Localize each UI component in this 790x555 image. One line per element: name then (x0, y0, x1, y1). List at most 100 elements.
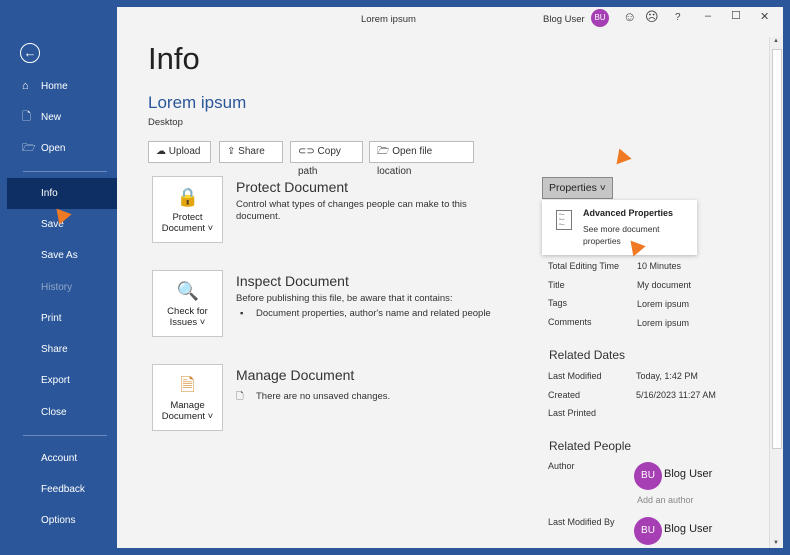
sidebar-item-label: History (41, 282, 73, 293)
prop-label: Author (548, 461, 575, 471)
check-for-issues-button[interactable]: 🔍 Check for Issues ˅ (152, 270, 223, 337)
cloud-upload-icon: ☁ (156, 146, 169, 157)
prop-value[interactable]: Lorem ipsum (637, 299, 689, 309)
frown-feedback-icon[interactable]: ☹ (645, 9, 659, 25)
open-file-location-button[interactable]: 🗁 Open file location (369, 141, 474, 177)
scroll-up-icon[interactable]: ▲ (773, 38, 779, 44)
author-name[interactable]: Blog User (664, 468, 712, 480)
folder-icon: 🗁 (377, 146, 393, 157)
sidebar-item-label: Feedback (41, 484, 85, 495)
section-title: Manage Document (236, 367, 355, 383)
divider (23, 171, 107, 172)
add-author-link[interactable]: Add an author (637, 495, 694, 505)
last-modified-avatar: BU (634, 517, 662, 545)
sidebar-item-close[interactable]: Close (7, 397, 117, 428)
author-avatar: BU (634, 462, 662, 490)
new-document-icon: 🗋 (22, 111, 31, 123)
sidebar-item-new[interactable]: 🗋 New (7, 102, 117, 133)
vertical-scrollbar[interactable]: ▲ ▼ (769, 37, 783, 548)
backstage-sidebar: ← ⌂ Home 🗋 New 🗁 Open Info Save Save As His… (7, 7, 117, 548)
maximize-button[interactable]: ☐ (731, 9, 741, 22)
section-title: Protect Document (236, 179, 349, 195)
properties-menu: ▫– ▫– ▫– Advanced Properties See more docu… (542, 200, 697, 255)
prop-label: Created (548, 390, 581, 400)
sidebar-item-export[interactable]: Export (7, 365, 117, 396)
close-button[interactable]: ✕ (760, 10, 769, 23)
sidebar-item-save-as[interactable]: Save As (7, 240, 117, 271)
prop-value[interactable]: My document (637, 280, 691, 290)
prop-label: Title (548, 280, 565, 290)
sidebar-item-label: Open (41, 143, 66, 154)
document-title: Lorem ipsum (148, 93, 247, 112)
manage-document-icon: 🗎 (180, 375, 195, 395)
link-icon: ⊂⊃ (298, 146, 318, 157)
document-name-title: Lorem ipsum (361, 14, 416, 25)
share-button[interactable]: ⇪ Share (219, 141, 283, 163)
divider (23, 435, 107, 436)
upload-button[interactable]: ☁ Upload (148, 141, 211, 163)
sidebar-item-print[interactable]: Print (7, 303, 117, 334)
button-label: Upload (168, 146, 201, 157)
user-name[interactable]: Blog User (543, 14, 585, 25)
smile-feedback-icon[interactable]: ☺ (623, 9, 636, 24)
button-label: Check for (167, 306, 208, 317)
sidebar-item-share[interactable]: Share (7, 334, 117, 365)
user-avatar[interactable]: BU (591, 9, 609, 27)
button-label: Manage (170, 400, 205, 411)
back-arrow-icon[interactable]: ← (20, 43, 40, 63)
sidebar-item-options[interactable]: Options (7, 505, 117, 536)
prop-value: 10 Minutes (637, 261, 682, 271)
advanced-properties-item[interactable]: Advanced Properties (583, 208, 673, 218)
section-description: Before publishing this file, be aware th… (236, 293, 453, 304)
document-location: Desktop (148, 117, 183, 128)
properties-list-icon: ▫– ▫– ▫– (556, 210, 572, 230)
info-panel: Lorem ipsum Blog User BU ☺ ☹ ? – ☐ ✕ Inf… (117, 7, 769, 548)
sidebar-item-history[interactable]: History (7, 272, 117, 303)
manage-document-button[interactable]: 🗎 Manage Document ˅ (152, 364, 223, 431)
inspect-document-icon: 🔍 (176, 281, 199, 301)
protect-document-button[interactable]: 🔒 Protect Document ˅ (152, 176, 223, 243)
folder-icon: 🗁 (22, 142, 36, 154)
sidebar-item-label: Print (41, 313, 62, 324)
sidebar-item-label: Info (41, 188, 58, 199)
copy-path-button[interactable]: ⊂⊃ Copy path (290, 141, 363, 177)
minimize-button[interactable]: – (705, 10, 711, 22)
prop-label: Last Modified By (548, 517, 615, 527)
page-title: Info (148, 41, 200, 76)
bullet-icon: ▪ (240, 308, 244, 319)
button-label: Document ˅ (161, 411, 214, 422)
sidebar-item-feedback[interactable]: Feedback (7, 474, 117, 505)
button-label: Share (238, 146, 265, 157)
button-label: Document ˅ (161, 223, 214, 234)
prop-label: Comments (548, 317, 592, 327)
home-icon: ⌂ (22, 80, 29, 92)
document-icon: 🗋 (236, 391, 244, 402)
scrollbar-thumb[interactable] (772, 49, 782, 449)
sidebar-item-open[interactable]: 🗁 Open (7, 133, 117, 164)
sidebar-item-label: Account (41, 453, 78, 464)
scroll-down-icon[interactable]: ▼ (773, 540, 779, 546)
sidebar-item-label: Share (41, 344, 68, 355)
related-people-header: Related People (549, 439, 632, 453)
last-modified-by-name[interactable]: Blog User (664, 523, 712, 535)
sidebar-item-label: Home (41, 81, 68, 92)
lock-key-icon: 🔒 (176, 187, 199, 207)
prop-label: Total Editing Time (548, 261, 620, 271)
prop-label: Tags (548, 298, 568, 308)
section-title: Inspect Document (236, 273, 349, 289)
sidebar-item-label: New (41, 112, 62, 123)
help-button[interactable]: ? (675, 12, 681, 23)
section-description: There are no unsaved changes. (256, 391, 391, 402)
sidebar-item-home[interactable]: ⌂ Home (7, 71, 117, 102)
button-label: Issues ˅ (169, 317, 206, 328)
word-window: ← ⌂ Home 🗋 New 🗁 Open Info Save Save As His… (7, 7, 783, 548)
prop-value: 5/16/2023 11:27 AM (636, 390, 716, 400)
sidebar-item-label: Save As (41, 250, 78, 261)
sidebar-item-label: Close (41, 407, 67, 418)
section-description: Control what types of changes people can… (236, 199, 467, 222)
annotation-arrow (610, 148, 632, 170)
share-icon: ⇪ (227, 146, 239, 157)
properties-dropdown-button[interactable]: Properties ˅ (542, 177, 613, 199)
sidebar-item-account[interactable]: Account (7, 443, 117, 474)
prop-value[interactable]: Lorem ipsum (637, 318, 689, 328)
